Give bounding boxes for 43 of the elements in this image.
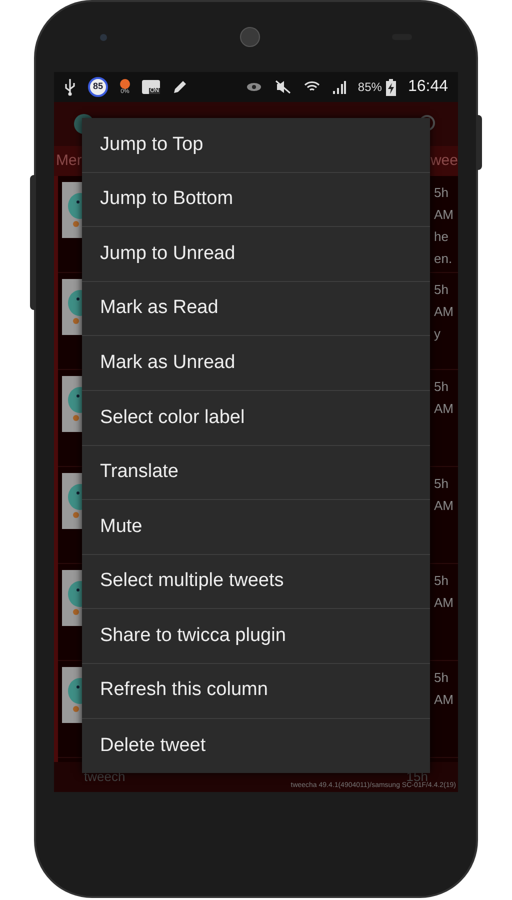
- notification-badge: 85: [88, 77, 108, 97]
- avatar: [62, 473, 84, 529]
- menu-item[interactable]: Mark as Read: [82, 282, 430, 336]
- tweet-text: AM: [434, 400, 454, 418]
- signal-icon: [332, 80, 346, 94]
- avatar: [62, 376, 84, 432]
- tweet-text: 5h: [434, 184, 450, 202]
- tweet-text: AM: [434, 691, 454, 709]
- menu-item[interactable]: Jump to Top: [82, 118, 430, 173]
- tweet-text: he: [434, 228, 450, 246]
- tweet-text: y: [434, 325, 442, 343]
- tweet-text: 5h: [434, 378, 450, 396]
- avatar: [62, 570, 84, 626]
- menu-item[interactable]: Select multiple tweets: [82, 554, 430, 610]
- tweet-text: 5h: [434, 281, 450, 299]
- usb-icon: [64, 78, 76, 96]
- menu-item[interactable]: Select color label: [82, 390, 430, 446]
- menu-item[interactable]: Translate: [82, 446, 430, 500]
- eye-icon: [246, 82, 262, 92]
- battery-charging-icon: [386, 78, 396, 96]
- menu-item[interactable]: Refresh this column: [82, 664, 430, 719]
- tweet-text: 5h: [434, 475, 450, 493]
- menu-item[interactable]: Jump to Unread: [82, 227, 430, 282]
- avatar: [62, 279, 84, 335]
- tweet-text: 5h: [434, 669, 450, 687]
- tweet-text: AM: [434, 594, 454, 612]
- menu-item[interactable]: Jump to Bottom: [82, 172, 430, 228]
- speaker-grille: [240, 27, 260, 47]
- camera-icon: [100, 34, 107, 40]
- tweet-text: 5h: [434, 572, 450, 590]
- pencil-icon: [172, 79, 188, 95]
- mute-icon: [274, 80, 292, 94]
- avatar: [62, 667, 84, 723]
- avatar: [62, 182, 84, 238]
- menu-item[interactable]: Share to twicca plugin: [82, 609, 430, 664]
- battery-percent: 85%: [358, 79, 382, 96]
- clock: 16:44: [408, 77, 448, 97]
- tweet-text: AM: [434, 303, 454, 321]
- menu-item[interactable]: Mute: [82, 500, 430, 555]
- tweet-text: AM: [434, 497, 454, 515]
- tweet-text: en.: [434, 250, 454, 268]
- menu-item[interactable]: Mark as Unread: [82, 336, 430, 391]
- tweet-text: AM: [434, 206, 454, 224]
